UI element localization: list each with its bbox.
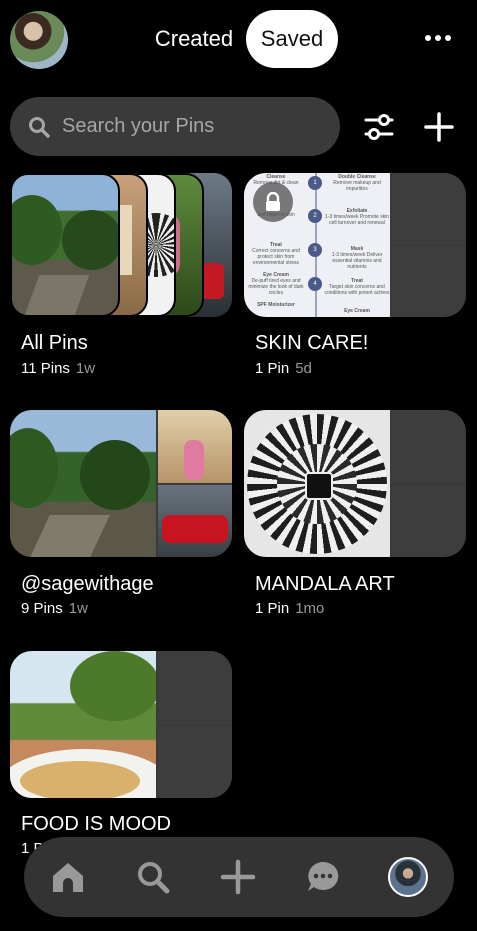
board-skin-care[interactable]: CleanseRemove dirt & clean and balance s… xyxy=(244,173,466,317)
board-title: FOOD IS MOOD xyxy=(21,813,171,835)
sheet-text: De-puff tired eyes and minimize the look… xyxy=(248,278,304,296)
board-updated-time: 1w xyxy=(68,600,88,617)
filter-sliders-icon[interactable] xyxy=(360,108,398,146)
board-updated-time: 1mo xyxy=(295,600,325,617)
cover-placeholder xyxy=(392,173,466,244)
board-mandala-art[interactable] xyxy=(244,410,466,557)
step-number: 4 xyxy=(308,277,322,291)
cover-image: CleanseRemove dirt & clean and balance s… xyxy=(244,173,390,317)
board-title: SKIN CARE! xyxy=(255,332,369,354)
cover-placeholder xyxy=(158,726,232,798)
board-title: All Pins xyxy=(21,332,88,354)
board-meta: 11 Pins 1w xyxy=(21,360,95,377)
board-food-is-mood[interactable] xyxy=(10,651,232,798)
bottom-nav xyxy=(24,837,454,917)
search-icon xyxy=(29,116,50,138)
board-sagewithage[interactable] xyxy=(10,410,232,557)
step-number: 2 xyxy=(308,209,322,223)
cover-placeholder xyxy=(392,485,466,557)
search-icon[interactable] xyxy=(133,857,173,897)
profile-avatar[interactable] xyxy=(10,11,68,69)
cover-image xyxy=(10,173,120,317)
sheet-text: Correct concerns and protect skin from e… xyxy=(252,248,300,266)
cover-placeholder xyxy=(392,246,466,317)
tab-saved[interactable]: Saved xyxy=(246,10,338,68)
cover-image xyxy=(158,410,232,483)
board-title: @sagewithage xyxy=(21,573,154,595)
profile-avatar[interactable] xyxy=(388,857,428,897)
step-number: 3 xyxy=(308,243,322,257)
cover-image xyxy=(10,410,156,557)
search-input[interactable]: Search your Pins xyxy=(62,115,214,138)
pin-count: 1 Pin xyxy=(255,360,290,377)
cover-placeholder xyxy=(392,410,466,483)
cover-image xyxy=(158,485,232,557)
board-all-pins[interactable] xyxy=(10,173,232,317)
more-dots-icon[interactable] xyxy=(420,26,456,50)
home-icon[interactable] xyxy=(48,857,88,897)
plus-icon[interactable] xyxy=(218,857,258,897)
cover-image xyxy=(244,410,390,557)
sheet-text: Remove makeup and impurities xyxy=(333,180,381,192)
pin-count: 9 Pins xyxy=(21,600,63,617)
pin-count: 1 Pin xyxy=(255,600,290,617)
board-title: MANDALA ART xyxy=(255,573,395,595)
pin-count: 11 Pins xyxy=(21,360,70,377)
board-updated-time: 5d xyxy=(295,360,312,377)
tab-created[interactable]: Created xyxy=(147,10,241,68)
sheet-heading: Eye Cream xyxy=(344,308,370,314)
step-number: 1 xyxy=(308,176,322,190)
search-bar[interactable]: Search your Pins xyxy=(10,97,340,156)
plus-icon[interactable] xyxy=(420,108,458,146)
cover-placeholder xyxy=(158,651,232,724)
board-meta: 1 Pin 1mo xyxy=(255,600,324,617)
sheet-text: 1-3 times/week Promote skin cell turnove… xyxy=(324,214,390,226)
board-meta: 9 Pins 1w xyxy=(21,600,88,617)
cover-image xyxy=(10,651,156,798)
lock-icon xyxy=(253,182,293,222)
board-updated-time: 1w xyxy=(75,360,96,377)
sheet-heading: SPF Moisturizer xyxy=(257,302,295,308)
board-meta: 1 Pin 5d xyxy=(255,360,312,377)
sheet-text: Target skin concerns and conditions with… xyxy=(324,284,390,296)
chat-icon[interactable] xyxy=(303,857,343,897)
sheet-text: 1-3 times/week Deliver essential vitamin… xyxy=(331,252,383,270)
